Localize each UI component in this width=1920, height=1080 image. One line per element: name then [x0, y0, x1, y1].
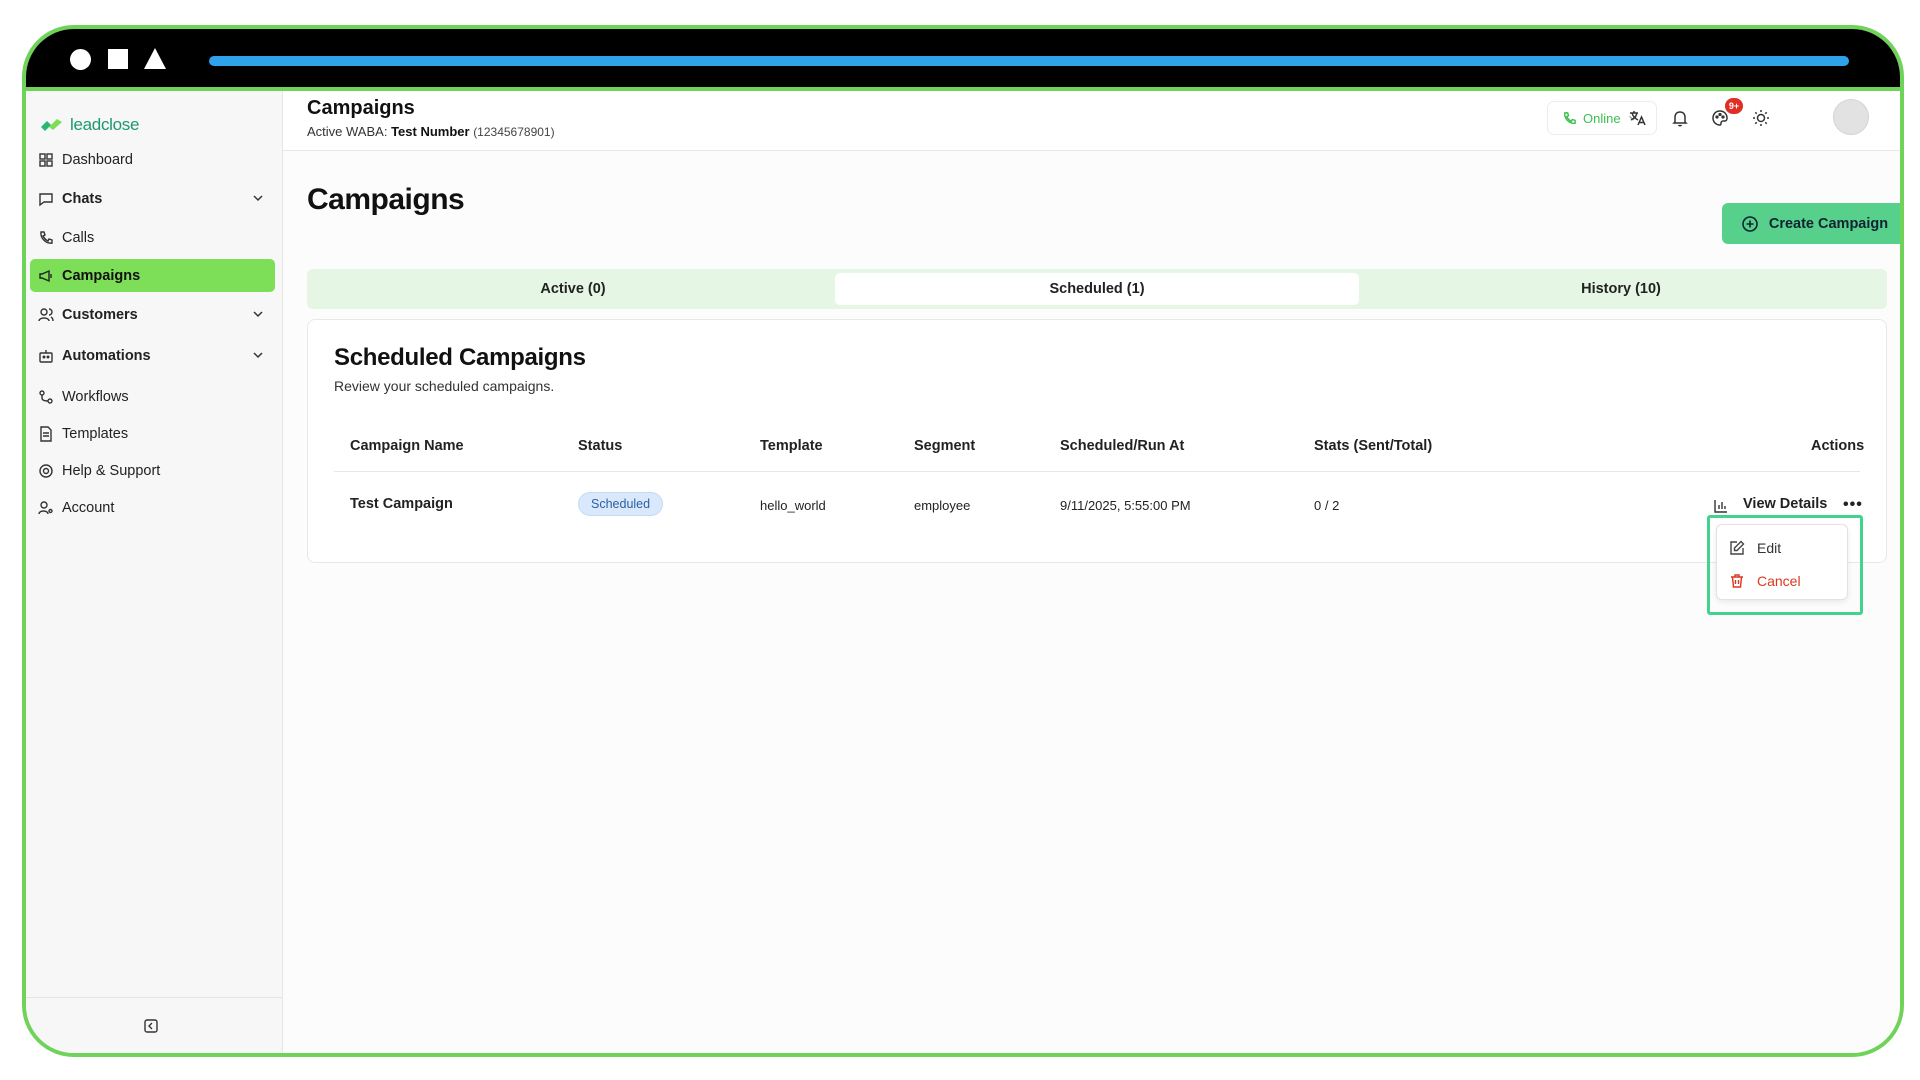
segment-cell: employee: [914, 498, 971, 513]
bar-chart-icon[interactable]: [1713, 498, 1729, 514]
sidebar-item-label: Campaigns: [62, 267, 141, 284]
template-cell: hello_world: [760, 498, 826, 513]
trash-icon: [1731, 574, 1743, 588]
address-bar[interactable]: [209, 56, 1849, 66]
sidebar-item-label: Dashboard: [62, 151, 133, 168]
active-waba: Active WABA: Test Number (12345678901): [307, 124, 555, 139]
sidebar-item-label: Templates: [62, 425, 129, 442]
campaign-name: Test Campaign: [350, 496, 453, 512]
sidebar-item-label: Workflows: [62, 388, 129, 405]
menu-item-cancel[interactable]: Cancel: [1729, 570, 1801, 592]
run-at-cell: 9/11/2025, 5:55:00 PM: [1060, 498, 1191, 513]
circle-icon: [70, 49, 91, 70]
create-campaign-button[interactable]: Create Campaign: [1722, 203, 1900, 244]
chevron-down-icon[interactable]: [251, 348, 265, 362]
stats-cell: 0 / 2: [1314, 498, 1340, 513]
account-icon: [38, 500, 54, 516]
chat-icon: [38, 191, 54, 207]
tab-active[interactable]: Active (0): [311, 273, 835, 305]
view-details-button[interactable]: View Details: [1743, 496, 1827, 512]
chevron-down-icon[interactable]: [251, 307, 265, 321]
status-badge: Scheduled: [578, 492, 664, 516]
column-header[interactable]: Template: [760, 438, 823, 454]
translate-icon[interactable]: [1628, 108, 1648, 128]
triangle-icon: [144, 48, 166, 69]
logo-icon: [41, 119, 62, 131]
sidebar-item-automations[interactable]: Automations: [30, 339, 275, 372]
collapse-sidebar-icon[interactable]: [143, 1018, 159, 1034]
waba-number: (12345678901): [473, 125, 555, 139]
sidebar-item-chats[interactable]: Chats: [30, 182, 275, 215]
workflow-icon: [38, 389, 54, 405]
sidebar-item-account[interactable]: Account: [30, 491, 275, 524]
tab-scheduled[interactable]: Scheduled (1): [835, 273, 1359, 305]
waba-prefix: Active WABA:: [307, 124, 388, 139]
sidebar-footer: [26, 997, 282, 1053]
status-label: Online: [1583, 110, 1621, 126]
browser-topbar: [26, 29, 1900, 87]
column-header: Actions: [1811, 438, 1865, 454]
logo[interactable]: leadclose: [40, 115, 139, 135]
column-header[interactable]: Segment: [914, 438, 975, 454]
cancel-label: Cancel: [1757, 573, 1801, 589]
plus-circle-icon: [1742, 215, 1758, 232]
sidebar-item-label: Automations: [62, 347, 151, 364]
waba-name: Test Number: [391, 124, 470, 139]
sidebar-item-label: Help & Support: [62, 462, 161, 479]
sidebar-item-label: Chats: [62, 190, 103, 207]
help-icon: [38, 463, 54, 479]
main-content: Campaigns Active WABA: Test Number (1234…: [283, 91, 1900, 1053]
phone-icon: [1564, 111, 1576, 124]
top-header: Campaigns Active WABA: Test Number (1234…: [283, 91, 1900, 151]
sidebar-item-dashboard[interactable]: Dashboard: [30, 143, 275, 176]
sidebar-item-label: Calls: [62, 229, 95, 246]
sidebar-item-label: Customers: [62, 306, 138, 323]
sidebar-item-campaigns[interactable]: Campaigns: [30, 259, 275, 292]
device-frame: leadclose Dashboard Chats Calls Campaign…: [22, 25, 1904, 1057]
megaphone-icon: [38, 268, 54, 284]
header-title: Campaigns: [307, 97, 415, 119]
palette-icon[interactable]: [1710, 108, 1730, 128]
avatar[interactable]: [1833, 99, 1869, 135]
sun-icon[interactable]: [1751, 108, 1771, 128]
square-icon: [108, 49, 128, 69]
users-icon: [38, 307, 54, 323]
template-icon: [38, 425, 54, 442]
sidebar-item-calls[interactable]: Calls: [30, 221, 275, 254]
edit-label: Edit: [1757, 540, 1782, 556]
column-header[interactable]: Stats (Sent/Total): [1314, 438, 1432, 454]
menu-item-edit[interactable]: Edit: [1729, 537, 1781, 559]
tab-history[interactable]: History (10): [1359, 273, 1883, 305]
create-campaign-label: Create Campaign: [1768, 215, 1889, 232]
more-icon[interactable]: •••: [1843, 496, 1863, 514]
card-subtitle: Review your scheduled campaigns.: [334, 378, 555, 394]
page-title: Campaigns: [307, 183, 465, 216]
edit-icon: [1730, 540, 1745, 555]
column-header[interactable]: Status: [578, 438, 622, 454]
bell-icon[interactable]: [1670, 108, 1690, 128]
phone-icon: [38, 230, 54, 246]
dashboard-icon: [38, 152, 54, 168]
sidebar-item-help[interactable]: Help & Support: [30, 454, 275, 487]
actions-menu: Edit Cancel: [1716, 524, 1848, 600]
sidebar: leadclose Dashboard Chats Calls Campaign…: [26, 91, 283, 1053]
sidebar-item-label: Account: [62, 499, 115, 516]
column-header[interactable]: Scheduled/Run At: [1060, 438, 1184, 454]
card-title: Scheduled Campaigns: [334, 344, 586, 371]
column-header[interactable]: Campaign Name: [350, 438, 464, 454]
bot-icon: [38, 348, 54, 364]
sidebar-item-workflows[interactable]: Workflows: [30, 380, 275, 413]
sidebar-item-templates[interactable]: Templates: [30, 417, 275, 450]
logo-text: leadclose: [70, 115, 140, 134]
scheduled-campaigns-card: Scheduled Campaigns Review your schedule…: [307, 319, 1887, 563]
chevron-down-icon[interactable]: [251, 191, 265, 205]
sidebar-item-customers[interactable]: Customers: [30, 298, 275, 331]
campaign-tabs: Active (0) Scheduled (1) History (10): [307, 269, 1887, 309]
header-divider: [334, 471, 1860, 472]
